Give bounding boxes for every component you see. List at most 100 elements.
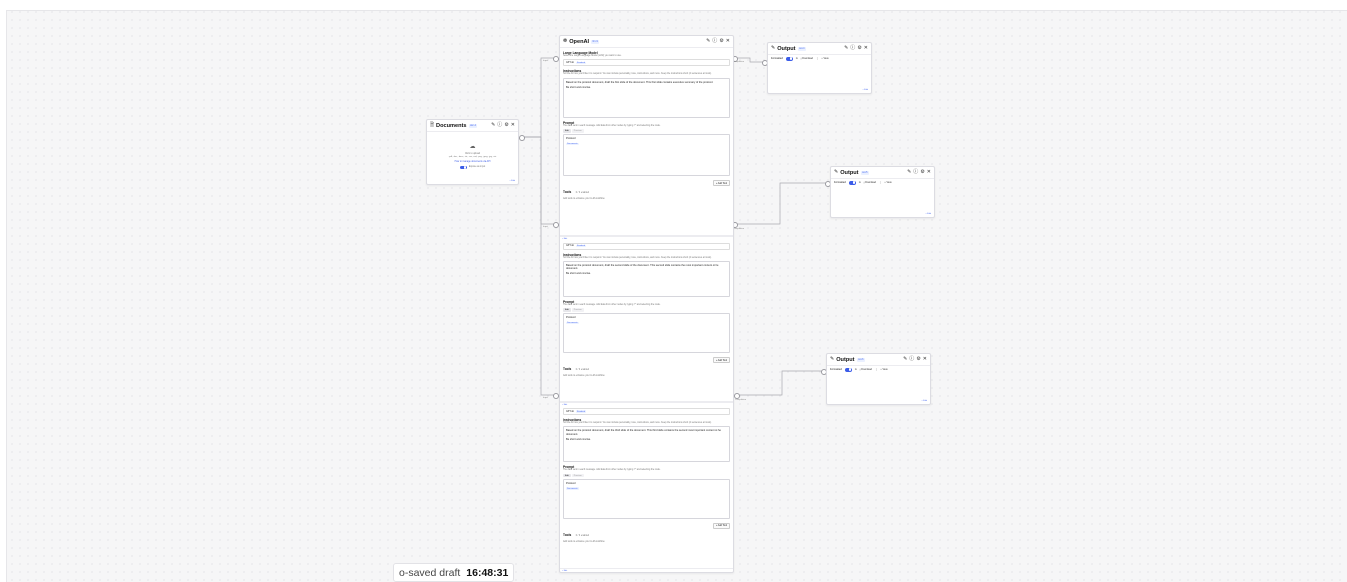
download-button[interactable]: ⤓ Download (864, 181, 876, 184)
add-tool-button[interactable]: + Add Tool (712, 180, 730, 187)
settings-icon[interactable]: ⚙ (916, 357, 920, 362)
prompt-description: The data sent in each message. Add data … (563, 303, 661, 306)
info-icon[interactable]: ⓘ (850, 46, 855, 51)
edit-icon[interactable]: ✎ (844, 46, 848, 51)
output-node-2[interactable]: ✎ Output out-5 ✎ ⓘ ⚙ ✕ Formatted ⧉ ⤓ Dow… (830, 166, 935, 218)
tab-preview[interactable]: Preview (571, 308, 584, 312)
more-options-icon[interactable]: ⋮ (879, 181, 881, 184)
copy-icon[interactable]: ⧉ (859, 181, 861, 184)
manage-documents-link[interactable]: How to manage documents via API (427, 161, 518, 164)
copy-icon[interactable]: ⧉ (796, 57, 798, 60)
node-title: OpenAI (569, 38, 590, 45)
settings-icon[interactable]: ⚙ (719, 39, 723, 44)
openai-node-header: ❁ OpenAI llm-9 ✎ ⓘ ⚙ ✕ (560, 36, 733, 48)
openai-node[interactable]: ❁ OpenAI llm-9 ✎ ⓘ ⚙ ✕ Large Language Mo… (559, 35, 734, 573)
llm-section-3: GPT-4o Standard Instructions Tell the AI… (560, 408, 733, 568)
prompt-documents-chip[interactable]: Documents (566, 321, 579, 325)
view-button[interactable]: □ View (821, 57, 828, 60)
model-select[interactable]: GPT-4o Standard (563, 59, 730, 67)
wire-llm2-to-out2 (735, 182, 827, 225)
model-select[interactable]: GPT-4o Standard (563, 408, 730, 415)
node-title: Output (836, 356, 855, 363)
add-tool-button[interactable]: + Add Tool (712, 357, 730, 364)
edit-icon[interactable]: ✎ (903, 357, 907, 362)
tab-edit[interactable]: Edit (563, 129, 571, 133)
instructions-textarea[interactable]: Based on the protocol document, draft th… (563, 260, 730, 297)
view-button[interactable]: □ View (884, 181, 891, 184)
edit-icon[interactable]: ✎ (491, 123, 495, 128)
view-label: View (823, 57, 829, 61)
download-button[interactable]: ⤓ Download (860, 368, 872, 371)
settings-icon[interactable]: ⚙ (504, 123, 508, 128)
output-node-3[interactable]: ✎ Output out-6 ✎ ⓘ ⚙ ✕ Formatted ⧉ ⤓ Dow… (826, 353, 931, 405)
formatted-toggle[interactable] (848, 181, 856, 185)
prompt-text: Protocol (566, 137, 576, 141)
instructions-text: Based on the protocol document, draft th… (566, 263, 719, 271)
view-button[interactable]: □ View (880, 368, 887, 371)
download-button[interactable]: ⤓ Download (801, 57, 813, 60)
output-node-1[interactable]: ✎ Output out-4 ✎ ⓘ ⚙ ✕ Formatted ⧉ ⤓ Dow… (767, 42, 872, 94)
tab-edit[interactable]: Edit (563, 308, 571, 312)
autosave-text: o-saved draft (399, 566, 461, 579)
settings-icon[interactable]: ⚙ (920, 170, 924, 175)
close-icon[interactable]: ✕ (864, 46, 868, 51)
edit-icon[interactable]: ✎ (907, 170, 911, 175)
wire-label-completion: Completion (735, 399, 747, 401)
info-icon[interactable]: ⓘ (909, 357, 914, 362)
tab-preview[interactable]: Preview (571, 473, 584, 478)
model-badge: Standard (575, 410, 587, 413)
wire-label-input: Input (543, 60, 548, 62)
node-title: Output (840, 169, 859, 176)
instructions-concise-text: Be short and concise. (566, 85, 591, 89)
wire-label-input: Input (543, 397, 548, 399)
upload-dropzone[interactable]: ☁ Click to upload .pdf, .doc, .docx, .tx… (427, 132, 518, 159)
close-icon[interactable]: ✕ (511, 123, 515, 128)
wire-label-completion: Completion (733, 61, 745, 63)
model-select[interactable]: GPT-4o Standard (563, 242, 730, 250)
prompt-textarea[interactable]: Protocol Documents (563, 313, 730, 354)
tab-edit[interactable]: Edit (563, 473, 571, 478)
close-icon[interactable]: ✕ (726, 39, 730, 44)
prompt-textarea[interactable]: Protocol Documents (563, 478, 730, 519)
upload-filetypes: .pdf, .doc, .docx, .txt, .csv, .md, .png… (448, 155, 497, 158)
close-icon[interactable]: ✕ (923, 357, 927, 362)
prompt-documents-chip[interactable]: Documents (566, 487, 579, 490)
llm-section-2: GPT-4o Standard Instructions Tell the AI… (560, 242, 733, 402)
info-icon[interactable]: ⓘ (712, 39, 717, 44)
node-version-badge: doc-4 (468, 123, 478, 128)
info-icon[interactable]: ⓘ (913, 170, 918, 175)
info-icon[interactable]: ⓘ (497, 123, 502, 128)
section-edit-link[interactable]: + Edit (560, 236, 733, 241)
edit-icon[interactable]: ✎ (706, 39, 710, 44)
upload-cloud-icon: ☁ (469, 144, 476, 150)
copy-icon[interactable]: ⧉ (855, 368, 857, 371)
node-title: Documents (436, 122, 467, 129)
node-footer-link[interactable]: + Edit (509, 180, 515, 182)
prompt-textarea[interactable]: Protocol Documents (563, 134, 730, 177)
docs-output-handle[interactable] (519, 135, 525, 141)
formatted-toggle[interactable] (785, 57, 793, 61)
node-footer-link[interactable]: + Edit (921, 400, 927, 402)
node-footer-link[interactable]: + Edit (862, 89, 868, 91)
formatted-toggle[interactable] (844, 368, 852, 372)
section-edit-link[interactable]: + Edit (560, 401, 733, 407)
output-node-header: ✎ Output out-4 ✎ ⓘ ⚙ ✕ (768, 43, 871, 55)
tools-description: Add tools to enhance your LLM workflow. (563, 375, 605, 378)
node-version-badge: out-4 (797, 46, 806, 51)
close-icon[interactable]: ✕ (927, 170, 931, 175)
documents-node[interactable]: 🗎 Documents doc-4 ✎ ⓘ ⚙ ✕ ☁ Click to upl… (426, 119, 519, 185)
more-options-icon[interactable]: ⋮ (816, 57, 818, 60)
tools-heading: Tools (563, 367, 572, 372)
expose-input-toggle[interactable] (459, 165, 467, 170)
node-footer-link[interactable]: + Edit (925, 213, 931, 215)
tab-preview[interactable]: Preview (571, 129, 584, 133)
instructions-textarea[interactable]: Based on the protocol document, draft th… (563, 77, 730, 118)
settings-icon[interactable]: ⚙ (857, 46, 861, 51)
instructions-description: Tell the AI how you'd like it to respond… (563, 422, 712, 424)
more-options-icon[interactable]: ⋮ (875, 368, 877, 371)
prompt-documents-chip[interactable]: Documents (566, 142, 579, 146)
instructions-textarea[interactable]: Based on the protocol document, draft th… (563, 426, 730, 463)
instructions-text: Based on the protocol document, draft th… (566, 429, 721, 436)
add-tool-button[interactable]: + Add Tool (712, 522, 730, 529)
section-edit-link[interactable]: + Edit (560, 568, 733, 572)
